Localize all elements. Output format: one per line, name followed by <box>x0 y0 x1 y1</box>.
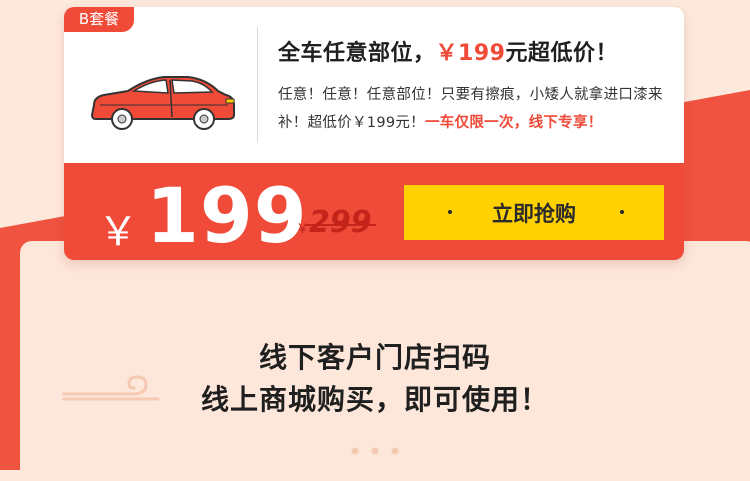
package-info: B套餐 全车任意部位，￥199元超低价！ 任意！任意！任意部位！只要有擦痕，小矮… <box>64 7 684 163</box>
headline-price: ￥199 <box>435 41 506 66</box>
buy-now-button[interactable]: 立即抢购 <box>404 185 664 240</box>
dot-icon <box>620 210 624 214</box>
usage-line-1: 线下客户门店扫码 <box>258 341 491 374</box>
description-highlight: 一车仅限一次，线下专享！ <box>424 115 603 131</box>
price-bar: ￥ 199 ￥299 立即抢购 <box>64 163 684 260</box>
original-price-value: 299 <box>309 205 372 240</box>
current-price: 199 <box>146 171 308 260</box>
package-badge: B套餐 <box>64 7 134 32</box>
buy-now-label: 立即抢购 <box>492 201 576 226</box>
headline-suffix: 元超低价！ <box>505 41 618 66</box>
original-price: ￥299 <box>296 205 372 240</box>
pagination-dot <box>371 447 379 455</box>
package-card: B套餐 全车任意部位，￥199元超低价！ 任意！任意！任意部位！只要有擦痕，小矮… <box>64 7 684 260</box>
package-headline: 全车任意部位，￥199元超低价！ <box>278 35 618 67</box>
pagination-dot <box>351 447 359 455</box>
pagination-dot <box>391 447 399 455</box>
dot-icon <box>448 210 452 214</box>
divider <box>257 27 258 143</box>
car-icon <box>90 76 235 130</box>
pagination-dots <box>351 447 399 455</box>
currency-symbol: ￥ <box>98 209 138 255</box>
usage-line-2: 线上商城购买，即可使用！ <box>200 383 549 416</box>
headline-prefix: 全车任意部位， <box>278 41 436 66</box>
package-description: 任意！任意！任意部位！只要有擦痕，小矮人就拿进口漆来补！超低价￥199元！一车仅… <box>278 81 670 137</box>
